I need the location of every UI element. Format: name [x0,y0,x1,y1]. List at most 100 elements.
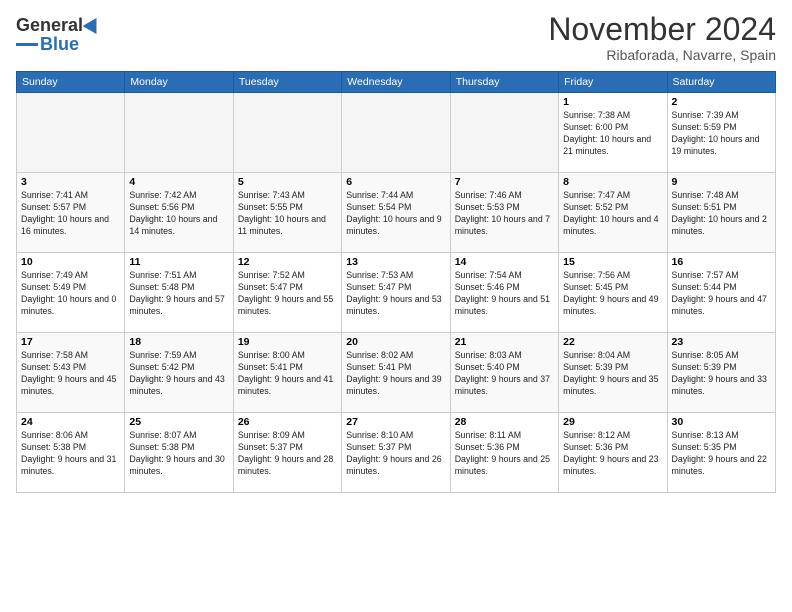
day-info: Sunrise: 7:47 AMSunset: 5:52 PMDaylight:… [563,190,662,238]
day-info: Sunrise: 8:11 AMSunset: 5:36 PMDaylight:… [455,430,554,478]
day-info: Sunrise: 7:53 AMSunset: 5:47 PMDaylight:… [346,270,445,318]
day-info: Sunrise: 8:06 AMSunset: 5:38 PMDaylight:… [21,430,120,478]
calendar-cell: 6 Sunrise: 7:44 AMSunset: 5:54 PMDaylight… [342,173,450,253]
day-number: 27 [346,416,445,428]
logo: General Blue [16,12,101,55]
calendar-cell [233,93,341,173]
day-number: 5 [238,176,337,188]
calendar-cell: 11 Sunrise: 7:51 AMSunset: 5:48 PMDayligh… [125,253,233,333]
day-info: Sunrise: 7:41 AMSunset: 5:57 PMDaylight:… [21,190,120,238]
calendar-cell [450,93,558,173]
day-info: Sunrise: 8:10 AMSunset: 5:37 PMDaylight:… [346,430,445,478]
day-info: Sunrise: 7:57 AMSunset: 5:44 PMDaylight:… [672,270,771,318]
calendar-cell: 26 Sunrise: 8:09 AMSunset: 5:37 PMDayligh… [233,413,341,493]
calendar-week-row: 10Sunrise: 7:49 AMSunset: 5:49 PMDayligh… [17,253,776,333]
day-info: Sunrise: 8:02 AMSunset: 5:41 PMDaylight:… [346,350,445,398]
calendar-week-row: 1 Sunrise: 7:38 AMSunset: 6:00 PMDaylight… [17,93,776,173]
calendar-cell: 13Sunrise: 7:53 AMSunset: 5:47 PMDayligh… [342,253,450,333]
logo-triangle-icon [83,14,104,34]
day-number: 25 [129,416,228,428]
column-header-friday: Friday [559,72,667,93]
day-info: Sunrise: 7:39 AMSunset: 5:59 PMDaylight:… [672,110,771,158]
day-info: Sunrise: 7:52 AMSunset: 5:47 PMDaylight:… [238,270,337,318]
calendar-cell: 4Sunrise: 7:42 AMSunset: 5:56 PMDaylight… [125,173,233,253]
day-number: 1 [563,96,662,108]
calendar-cell: 29Sunrise: 8:12 AMSunset: 5:36 PMDayligh… [559,413,667,493]
day-info: Sunrise: 8:13 AMSunset: 5:35 PMDaylight:… [672,430,771,478]
page: General Blue November 2024 Ribaforada, N… [0,0,792,612]
calendar-cell: 3Sunrise: 7:41 AMSunset: 5:57 PMDaylight… [17,173,125,253]
month-title: November 2024 [548,12,776,47]
calendar-cell: 15 Sunrise: 7:56 AMSunset: 5:45 PMDayligh… [559,253,667,333]
calendar-cell: 2Sunrise: 7:39 AMSunset: 5:59 PMDaylight… [667,93,775,173]
day-info: Sunrise: 8:05 AMSunset: 5:39 PMDaylight:… [672,350,771,398]
day-number: 14 [455,256,554,268]
day-number: 16 [672,256,771,268]
day-info: Sunrise: 7:48 AMSunset: 5:51 PMDaylight:… [672,190,771,238]
day-info: Sunrise: 7:46 AMSunset: 5:53 PMDaylight:… [455,190,554,238]
day-info: Sunrise: 7:59 AMSunset: 5:42 PMDaylight:… [129,350,228,398]
calendar-cell [125,93,233,173]
day-number: 19 [238,336,337,348]
calendar-cell: 25 Sunrise: 8:07 AMSunset: 5:38 PMDayligh… [125,413,233,493]
day-info: Sunrise: 7:51 AMSunset: 5:48 PMDaylight:… [129,270,228,318]
calendar-header-row: SundayMondayTuesdayWednesdayThursdayFrid… [17,72,776,93]
day-number: 20 [346,336,445,348]
day-info: Sunrise: 8:07 AMSunset: 5:38 PMDaylight:… [129,430,228,478]
calendar-cell: 28 Sunrise: 8:11 AMSunset: 5:36 PMDayligh… [450,413,558,493]
day-number: 30 [672,416,771,428]
calendar-cell: 20 Sunrise: 8:02 AMSunset: 5:41 PMDayligh… [342,333,450,413]
day-number: 11 [129,256,228,268]
day-number: 15 [563,256,662,268]
day-number: 23 [672,336,771,348]
day-info: Sunrise: 7:56 AMSunset: 5:45 PMDaylight:… [563,270,662,318]
logo-blue-text: Blue [40,34,79,55]
column-header-wednesday: Wednesday [342,72,450,93]
day-number: 6 [346,176,445,188]
day-number: 8 [563,176,662,188]
day-number: 7 [455,176,554,188]
calendar-cell: 22Sunrise: 8:04 AMSunset: 5:39 PMDayligh… [559,333,667,413]
header: General Blue November 2024 Ribaforada, N… [16,12,776,63]
day-number: 24 [21,416,120,428]
calendar-cell: 19Sunrise: 8:00 AMSunset: 5:41 PMDayligh… [233,333,341,413]
location: Ribaforada, Navarre, Spain [548,47,776,63]
day-info: Sunrise: 7:49 AMSunset: 5:49 PMDaylight:… [21,270,120,318]
day-info: Sunrise: 7:42 AMSunset: 5:56 PMDaylight:… [129,190,228,238]
calendar-cell: 21 Sunrise: 8:03 AMSunset: 5:40 PMDayligh… [450,333,558,413]
day-number: 12 [238,256,337,268]
calendar-cell [17,93,125,173]
day-number: 17 [21,336,120,348]
day-number: 26 [238,416,337,428]
column-header-thursday: Thursday [450,72,558,93]
calendar-cell: 27 Sunrise: 8:10 AMSunset: 5:37 PMDayligh… [342,413,450,493]
day-info: Sunrise: 8:03 AMSunset: 5:40 PMDaylight:… [455,350,554,398]
title-area: November 2024 Ribaforada, Navarre, Spain [548,12,776,63]
calendar-cell: 23 Sunrise: 8:05 AMSunset: 5:39 PMDayligh… [667,333,775,413]
day-number: 28 [455,416,554,428]
calendar-week-row: 24 Sunrise: 8:06 AMSunset: 5:38 PMDayligh… [17,413,776,493]
day-number: 18 [129,336,228,348]
day-info: Sunrise: 8:04 AMSunset: 5:39 PMDaylight:… [563,350,662,398]
calendar-cell: 9Sunrise: 7:48 AMSunset: 5:51 PMDaylight… [667,173,775,253]
calendar-cell: 14Sunrise: 7:54 AMSunset: 5:46 PMDayligh… [450,253,558,333]
column-header-monday: Monday [125,72,233,93]
calendar-cell: 18 Sunrise: 7:59 AMSunset: 5:42 PMDayligh… [125,333,233,413]
day-info: Sunrise: 7:38 AMSunset: 6:00 PMDaylight:… [563,110,662,158]
day-number: 21 [455,336,554,348]
calendar-week-row: 17 Sunrise: 7:58 AMSunset: 5:43 PMDayligh… [17,333,776,413]
day-info: Sunrise: 7:58 AMSunset: 5:43 PMDaylight:… [21,350,120,398]
day-info: Sunrise: 7:43 AMSunset: 5:55 PMDaylight:… [238,190,337,238]
calendar-week-row: 3Sunrise: 7:41 AMSunset: 5:57 PMDaylight… [17,173,776,253]
calendar: SundayMondayTuesdayWednesdayThursdayFrid… [16,71,776,493]
day-info: Sunrise: 7:44 AMSunset: 5:54 PMDaylight:… [346,190,445,238]
calendar-cell [342,93,450,173]
calendar-cell: 5 Sunrise: 7:43 AMSunset: 5:55 PMDaylight… [233,173,341,253]
day-info: Sunrise: 8:09 AMSunset: 5:37 PMDaylight:… [238,430,337,478]
calendar-cell: 8 Sunrise: 7:47 AMSunset: 5:52 PMDaylight… [559,173,667,253]
day-number: 29 [563,416,662,428]
logo-general-text: General [16,16,83,34]
calendar-cell: 7 Sunrise: 7:46 AMSunset: 5:53 PMDaylight… [450,173,558,253]
calendar-cell: 17 Sunrise: 7:58 AMSunset: 5:43 PMDayligh… [17,333,125,413]
calendar-cell: 16 Sunrise: 7:57 AMSunset: 5:44 PMDayligh… [667,253,775,333]
